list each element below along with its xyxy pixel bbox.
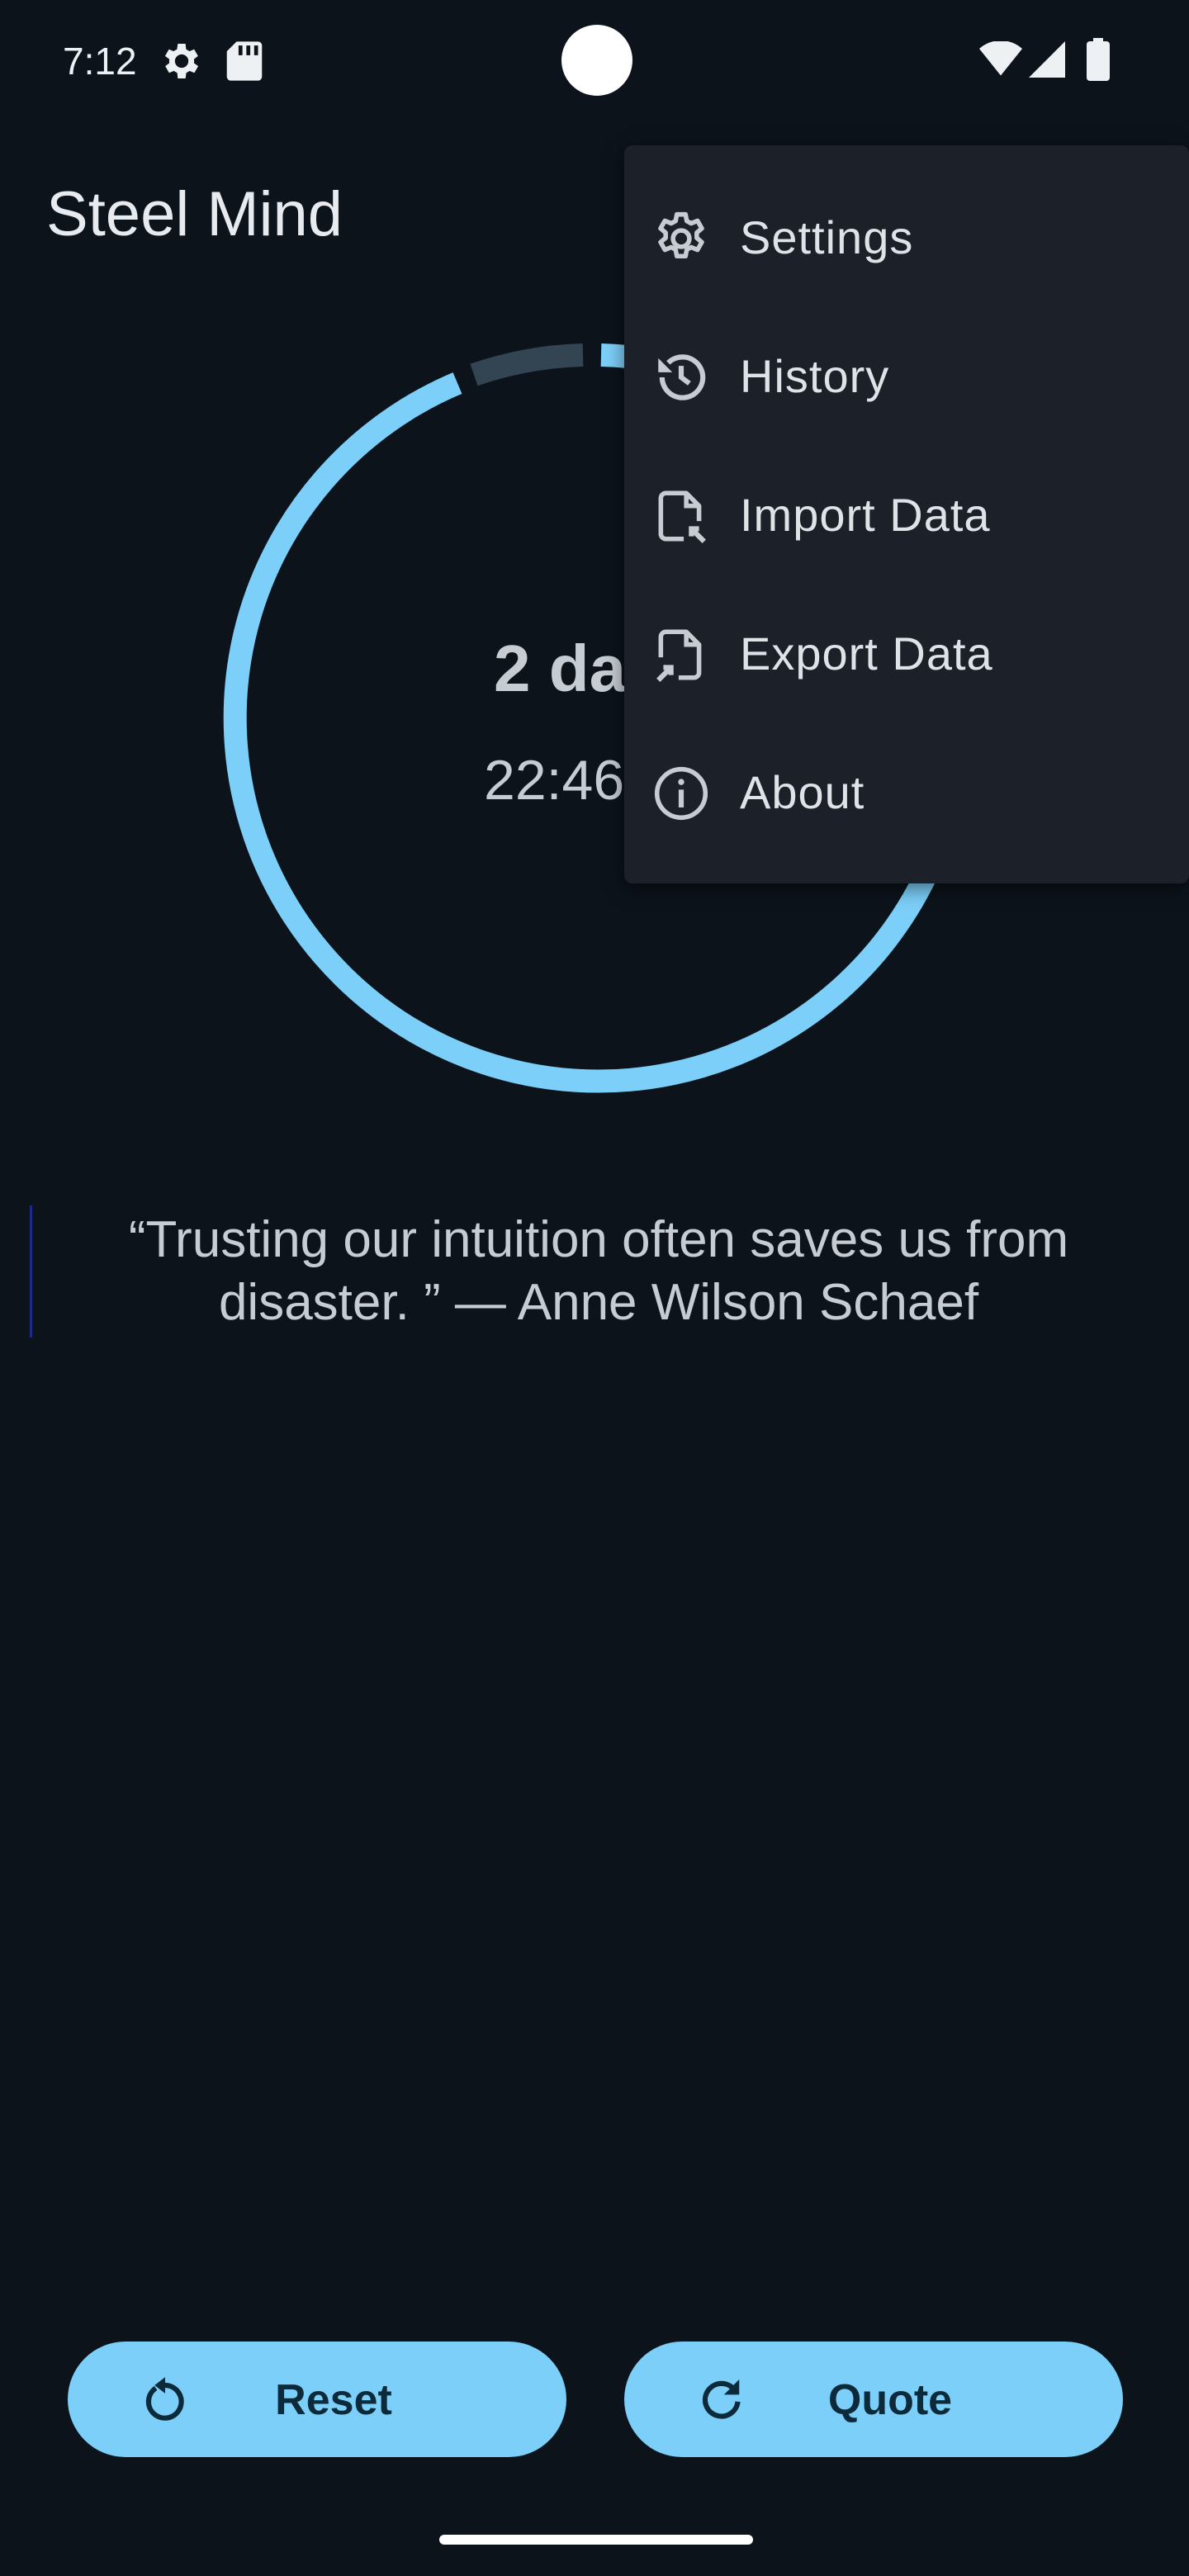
status-time: 7:12	[63, 40, 137, 83]
menu-item-history[interactable]: History	[624, 307, 1189, 446]
reset-button[interactable]: Reset	[68, 2342, 566, 2457]
menu-item-about[interactable]: About	[624, 723, 1189, 862]
info-icon	[651, 763, 712, 824]
status-bar: 7:12	[0, 0, 1189, 124]
front-camera	[561, 25, 632, 96]
quote-accent-bar	[30, 1205, 32, 1338]
menu-label-settings: Settings	[740, 211, 914, 263]
menu-item-settings[interactable]: Settings	[624, 168, 1189, 307]
progress-track-segment	[470, 343, 584, 386]
signal-icon	[1029, 41, 1065, 82]
import-file-icon	[651, 485, 712, 547]
battery-icon	[1087, 38, 1110, 85]
home-indicator[interactable]	[439, 2535, 753, 2545]
sd-card-icon	[225, 40, 264, 87]
settings-gear-icon	[651, 208, 712, 269]
elapsed-days: 2 da	[494, 632, 627, 705]
quote-button-label: Quote	[827, 2376, 953, 2424]
history-icon	[651, 347, 712, 408]
menu-label-export-data: Export Data	[740, 627, 993, 680]
gear-icon	[159, 38, 205, 88]
menu-label-about: About	[740, 766, 865, 818]
quote-button[interactable]: Quote	[624, 2342, 1123, 2457]
menu-label-history: History	[740, 350, 890, 402]
menu-item-export-data[interactable]: Export Data	[624, 585, 1189, 723]
overflow-menu: Settings History Import Data Export Data…	[624, 145, 1189, 883]
quote-text: “Trusting our intuition often saves us f…	[128, 1211, 1069, 1331]
menu-label-import-data: Import Data	[740, 489, 991, 541]
wifi-icon	[979, 40, 1022, 82]
reset-button-label: Reset	[275, 2376, 392, 2424]
menu-item-import-data[interactable]: Import Data	[624, 446, 1189, 585]
export-file-icon	[651, 624, 712, 685]
elapsed-time: 22:46	[484, 749, 625, 812]
app-title: Steel Mind	[46, 179, 343, 249]
